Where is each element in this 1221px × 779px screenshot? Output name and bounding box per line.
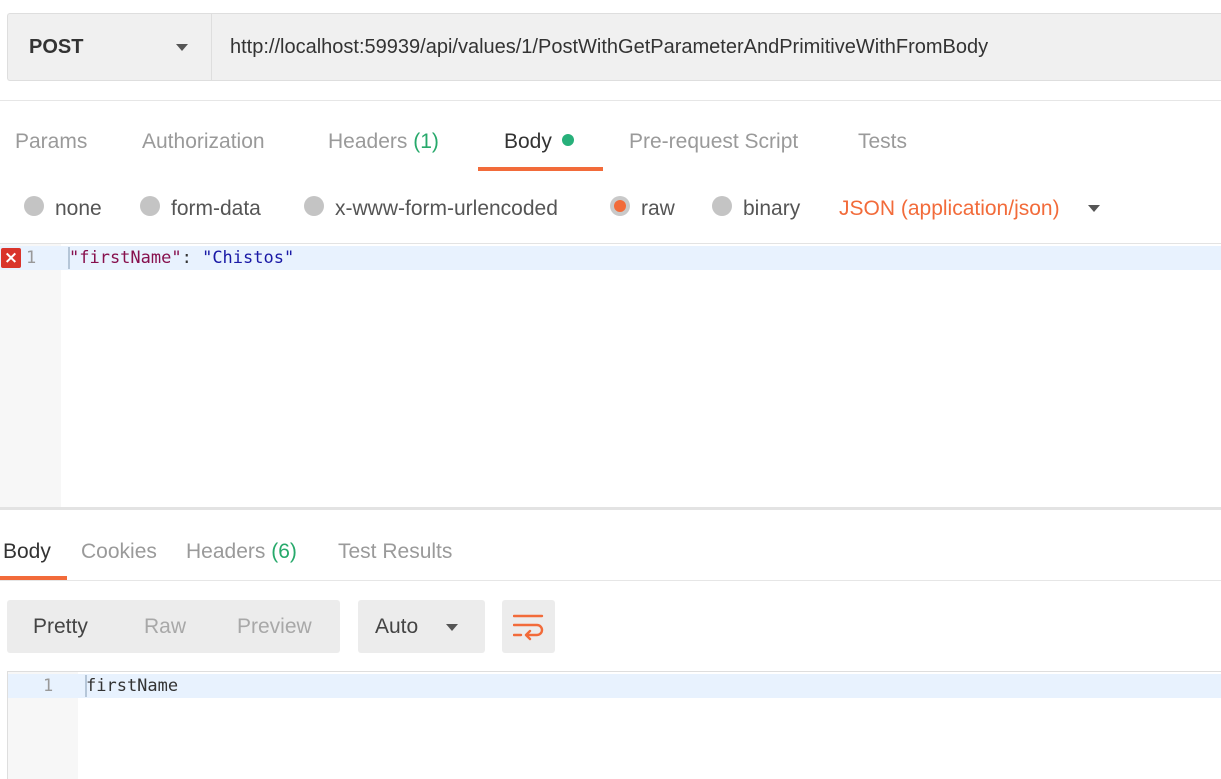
radio-none-label: none xyxy=(55,197,102,220)
response-tab-headers[interactable]: Headers (6) xyxy=(186,540,297,564)
radio-circle-icon xyxy=(24,196,44,216)
radio-circle-icon xyxy=(140,196,160,216)
line-number: 1 xyxy=(26,248,37,268)
wrap-lines-button[interactable] xyxy=(502,600,555,653)
active-line-highlight xyxy=(8,674,1221,698)
content-type-select[interactable]: JSON (application/json) xyxy=(839,197,1060,221)
error-x-icon[interactable]: × xyxy=(1,248,21,268)
tab-body[interactable]: Body xyxy=(504,130,574,154)
method-label: POST xyxy=(29,36,84,58)
active-tab-indicator xyxy=(478,167,603,171)
line-number: 1 xyxy=(43,676,54,696)
json-value: "Chistos" xyxy=(202,248,295,268)
radio-form-data-label: form-data xyxy=(171,197,261,220)
response-body-viewer[interactable]: 1 firstName xyxy=(7,671,1221,779)
body-modified-dot-icon xyxy=(561,134,574,146)
code-line: "firstName": "Chistos" xyxy=(69,248,294,268)
response-headers-count: (6) xyxy=(271,540,297,563)
chevron-down-icon[interactable] xyxy=(1088,205,1100,212)
editor-gutter xyxy=(0,244,61,509)
wrap-lines-icon xyxy=(513,614,544,641)
radio-circle-icon xyxy=(304,196,324,216)
tab-headers[interactable]: Headers (1) xyxy=(328,130,439,154)
radio-raw-label: raw xyxy=(641,197,675,220)
response-tab-cookies[interactable]: Cookies xyxy=(81,540,157,564)
headers-count: (1) xyxy=(413,130,439,153)
method-select[interactable]: POST xyxy=(8,14,212,80)
view-preview-button[interactable]: Preview xyxy=(237,615,312,639)
chevron-down-icon xyxy=(176,44,188,51)
response-tab-headers-label: Headers xyxy=(186,540,266,563)
radio-binary-label: binary xyxy=(743,197,801,220)
radio-selected-icon xyxy=(610,196,630,216)
request-bar: POST http://localhost:59939/api/values/1… xyxy=(7,13,1221,81)
tab-headers-label: Headers xyxy=(328,130,408,153)
response-view-toggle: Pretty Raw Preview xyxy=(7,600,340,653)
resize-handle[interactable] xyxy=(0,507,1221,510)
response-text: firstName xyxy=(86,676,179,696)
response-tab-test-results[interactable]: Test Results xyxy=(338,540,452,564)
divider xyxy=(0,580,1221,581)
json-key: "firstName" xyxy=(69,248,182,268)
tab-body-label: Body xyxy=(504,130,552,153)
tab-tests[interactable]: Tests xyxy=(858,130,907,154)
divider xyxy=(0,100,1221,101)
radio-urlencoded-label: x-www-form-urlencoded xyxy=(335,197,558,220)
view-raw-button[interactable]: Raw xyxy=(144,615,186,639)
radio-circle-icon xyxy=(712,196,732,216)
chevron-down-icon xyxy=(446,624,458,631)
tab-authorization[interactable]: Authorization xyxy=(142,130,265,154)
view-pretty-button[interactable]: Pretty xyxy=(33,615,88,639)
json-separator: : xyxy=(181,248,203,268)
tab-params[interactable]: Params xyxy=(15,130,87,154)
response-tab-body[interactable]: Body xyxy=(3,540,51,564)
format-select[interactable]: Auto xyxy=(358,600,485,653)
tab-pre-request-script[interactable]: Pre-request Script xyxy=(629,130,798,154)
url-input[interactable]: http://localhost:59939/api/values/1/Post… xyxy=(230,36,988,59)
format-select-label: Auto xyxy=(375,615,419,638)
request-body-editor[interactable]: × 1 "firstName": "Chistos" xyxy=(0,243,1221,509)
